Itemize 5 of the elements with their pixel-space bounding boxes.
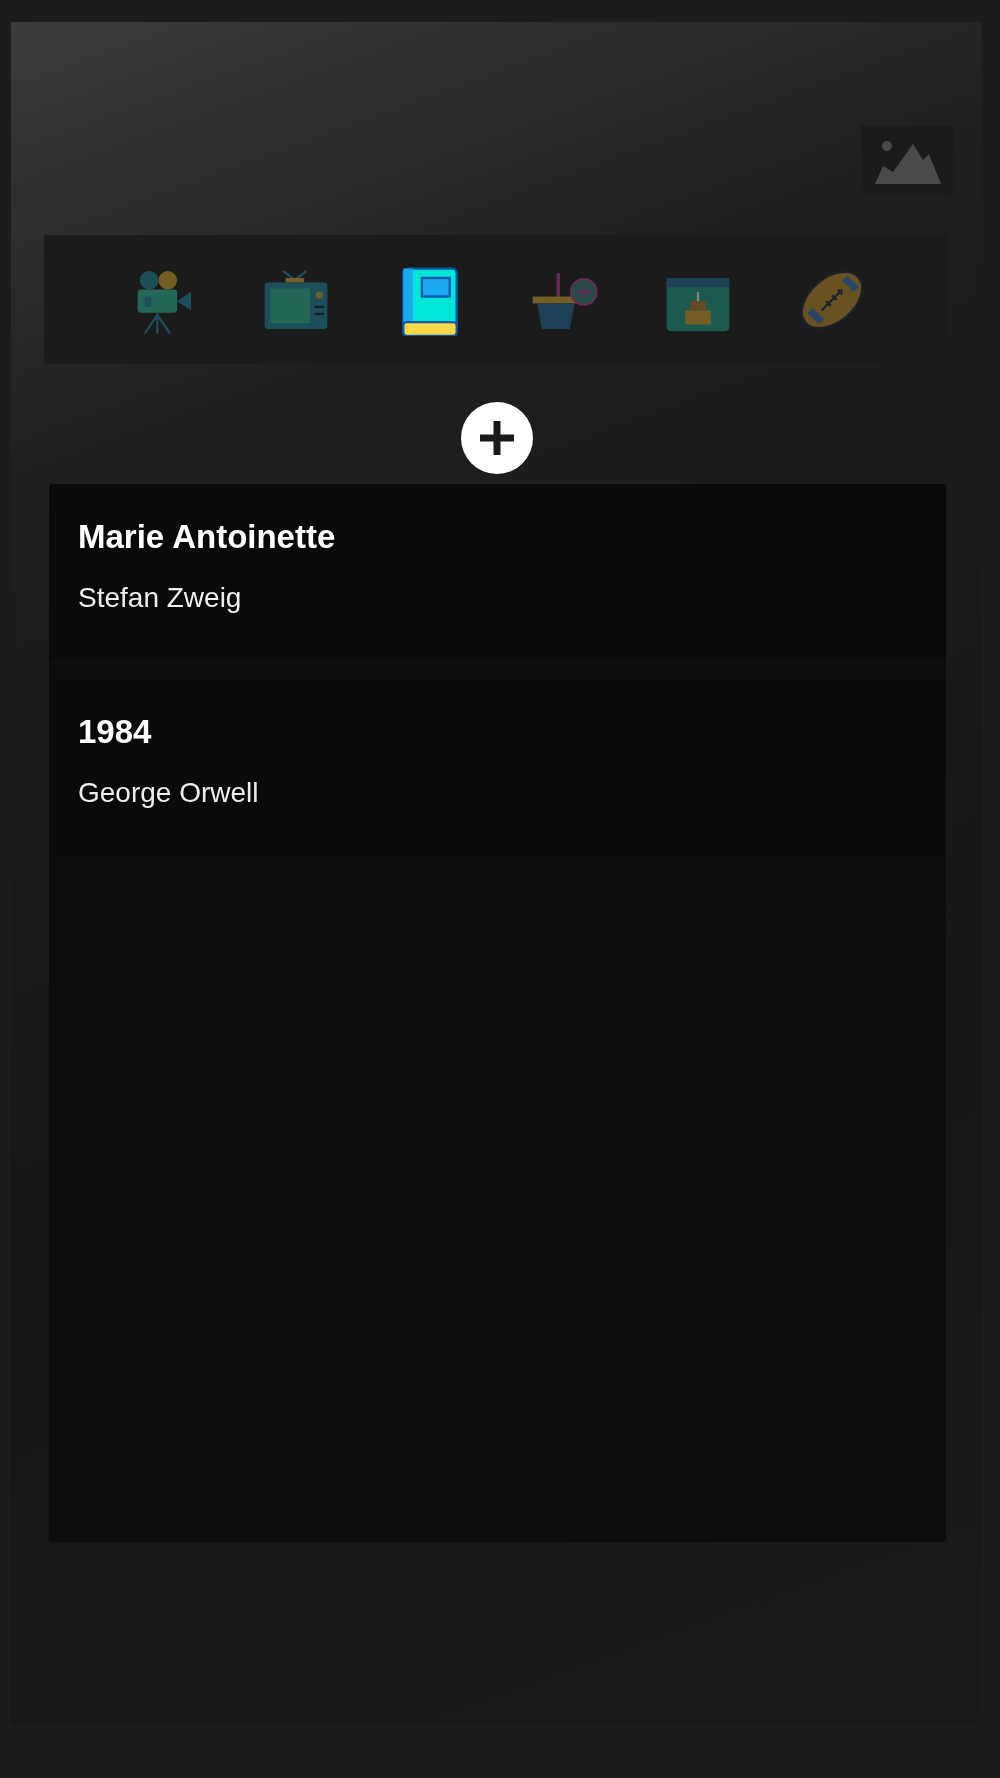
book-title: 1984 — [78, 713, 153, 751]
book-author: George Orwell — [78, 777, 260, 809]
image-button[interactable] — [861, 126, 955, 195]
book-author: Stefan Zweig — [78, 582, 243, 614]
book-title: Marie Antoinette — [78, 518, 337, 556]
